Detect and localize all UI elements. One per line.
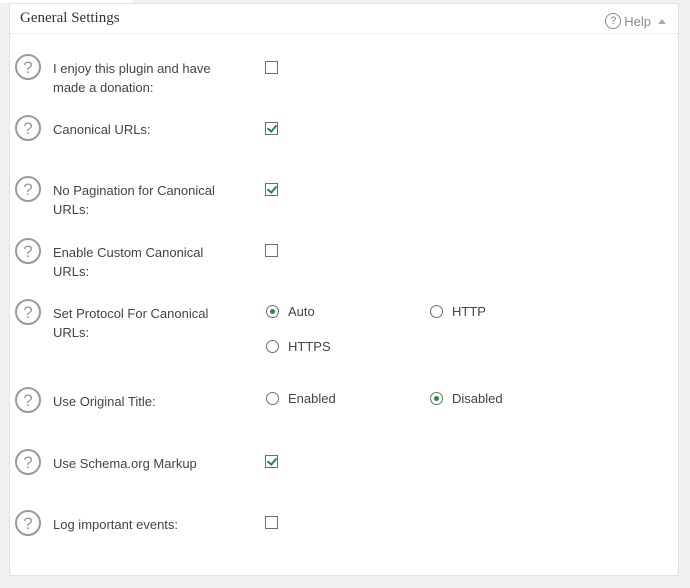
original-title-radio-disabled[interactable]: Disabled bbox=[430, 391, 503, 406]
help-toggle[interactable]: ? Help bbox=[605, 11, 666, 31]
help-label: Help bbox=[624, 13, 651, 29]
protocol-radio-http[interactable]: HTTP bbox=[430, 304, 486, 319]
no-pagination-checkbox[interactable] bbox=[265, 183, 278, 196]
setting-label: Set Protocol For Canonical URLs: bbox=[53, 306, 209, 340]
help-question-icon[interactable]: ? bbox=[15, 176, 41, 202]
setting-label: Log important events: bbox=[53, 517, 179, 532]
radio-circle[interactable] bbox=[266, 340, 279, 353]
setting-label: Canonical URLs: bbox=[53, 122, 151, 137]
custom-canonical-checkbox[interactable] bbox=[265, 244, 278, 257]
panel-header: General Settings ? Help bbox=[10, 4, 678, 34]
question-mark-icon: ? bbox=[605, 13, 622, 29]
donation-checkbox[interactable] bbox=[265, 61, 278, 74]
panel-title: General Settings bbox=[20, 10, 120, 26]
schema-markup-checkbox[interactable] bbox=[265, 455, 278, 468]
help-question-icon[interactable]: ? bbox=[15, 387, 41, 413]
radio-circle[interactable] bbox=[430, 305, 443, 318]
canonical-urls-checkbox[interactable] bbox=[265, 122, 278, 135]
radio-label: Enabled bbox=[288, 391, 336, 406]
original-title-radio-enabled[interactable]: Enabled bbox=[266, 391, 336, 406]
log-events-checkbox[interactable] bbox=[265, 516, 278, 529]
help-question-icon[interactable]: ? bbox=[15, 54, 41, 80]
radio-label: Auto bbox=[288, 304, 315, 319]
setting-label: Use Original Title: bbox=[53, 394, 156, 409]
setting-label: Use Schema.org Markup bbox=[53, 456, 197, 471]
radio-circle[interactable] bbox=[430, 392, 443, 405]
help-question-icon[interactable]: ? bbox=[15, 238, 41, 264]
radio-circle[interactable] bbox=[266, 305, 279, 318]
radio-label: HTTPS bbox=[288, 339, 331, 354]
radio-circle[interactable] bbox=[266, 392, 279, 405]
help-question-icon[interactable]: ? bbox=[15, 115, 41, 141]
help-question-icon[interactable]: ? bbox=[15, 299, 41, 325]
general-settings-panel: General Settings ? Help ? I enjoy this p… bbox=[9, 3, 679, 576]
setting-label: I enjoy this plugin and have made a dona… bbox=[53, 61, 211, 95]
protocol-radio-https[interactable]: HTTPS bbox=[266, 339, 331, 354]
protocol-radio-auto[interactable]: Auto bbox=[266, 304, 315, 319]
help-question-icon[interactable]: ? bbox=[15, 510, 41, 536]
setting-label: Enable Custom Canonical URLs: bbox=[53, 245, 204, 279]
radio-label: HTTP bbox=[452, 304, 486, 319]
help-question-icon[interactable]: ? bbox=[15, 449, 41, 475]
radio-label: Disabled bbox=[452, 391, 503, 406]
setting-label: No Pagination for Canonical URLs: bbox=[53, 183, 215, 217]
caret-up-icon bbox=[658, 18, 666, 24]
